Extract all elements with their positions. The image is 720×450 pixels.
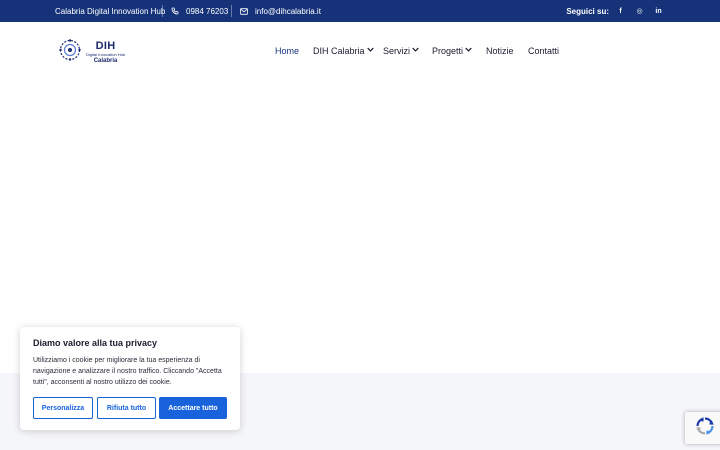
chevron-down-icon	[366, 47, 374, 54]
cookie-text: Utilizziamo i cookie per migliorare la t…	[33, 357, 222, 386]
recaptcha-badge[interactable]	[685, 412, 720, 444]
site-header: DIH Digital Innovation Hub Calabria Home…	[0, 22, 720, 80]
cookie-title: Diamo valore alla tua privacy	[33, 338, 158, 348]
phone-icon	[171, 7, 179, 15]
customize-button[interactable]: Personalizza	[33, 397, 93, 419]
linkedin-icon[interactable]: in	[655, 8, 662, 15]
follow-label: Seguici su:	[566, 6, 609, 16]
org-name: Calabria Digital Innovation Hub	[55, 6, 166, 16]
instagram-icon[interactable]: ◎	[636, 8, 643, 15]
envelope-icon	[240, 7, 248, 15]
nav-item-home[interactable]: Home	[275, 44, 299, 58]
divider	[231, 5, 232, 17]
nav-item-progetti[interactable]: Progetti	[432, 44, 472, 58]
chevron-down-icon	[465, 47, 472, 54]
nav-item-contatti[interactable]: Contatti	[528, 44, 559, 58]
accept-all-button[interactable]: Accettare tutto	[159, 397, 227, 419]
main-nav: Home DIH Calabria Servizi Progetti Notiz…	[0, 44, 720, 58]
top-bar: Calabria Digital Innovation Hub 0984 762…	[0, 0, 720, 22]
recaptcha-icon	[695, 416, 715, 441]
nav-item-servizi[interactable]: Servizi	[383, 44, 419, 58]
email-link[interactable]: info@dihcalabria.it	[240, 0, 321, 22]
social-links: Seguici su: f ◎ in	[566, 0, 662, 22]
phone-link[interactable]: 0984 76203	[171, 0, 228, 22]
nav-item-notizie[interactable]: Notizie	[486, 44, 514, 58]
cookie-consent-banner: Diamo valore alla tua privacy Utilizziam…	[20, 327, 240, 430]
divider	[162, 5, 163, 17]
chevron-down-icon	[412, 47, 419, 54]
nav-item-dih-calabria[interactable]: DIH Calabria	[313, 44, 374, 58]
facebook-icon[interactable]: f	[617, 8, 624, 15]
reject-all-button[interactable]: Rifiuta tutto	[97, 397, 156, 419]
